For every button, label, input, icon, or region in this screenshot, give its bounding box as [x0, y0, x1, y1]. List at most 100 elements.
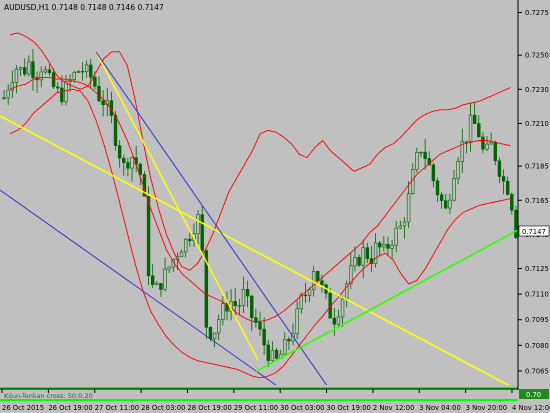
candle-body: [89, 64, 93, 78]
y-tick-label: 0.7275: [525, 9, 549, 17]
candle-body: [163, 268, 167, 290]
candle-body: [390, 244, 394, 249]
candle-body: [150, 275, 155, 285]
candle-body: [274, 350, 279, 359]
candle-body: [2, 97, 6, 99]
candle-body: [183, 238, 188, 253]
indicator-value: 0.70: [526, 391, 541, 399]
candle-body: [221, 303, 225, 320]
candle-body: [332, 317, 337, 325]
candle-body: [444, 200, 448, 209]
candle-body: [464, 141, 469, 143]
x-tick-label: 29 Oct 11:00: [234, 404, 278, 412]
x-tick-label: 30 Oct 03:00: [280, 404, 324, 412]
current-price-value: 0.7147: [522, 228, 546, 236]
x-tick-label: 3 Nov 20:00: [466, 404, 508, 412]
candle-body: [468, 114, 473, 142]
candle-body: [146, 195, 151, 277]
candle-body: [311, 270, 316, 291]
candle-body: [117, 145, 122, 159]
x-tick-label: 28 Oct 19:00: [187, 404, 231, 412]
candle-body: [208, 327, 213, 340]
candle-body: [23, 67, 27, 75]
candle-body: [402, 221, 407, 227]
candle-body: [452, 178, 456, 201]
candle-body: [47, 69, 52, 74]
candle-body: [72, 72, 76, 80]
candle-body: [295, 308, 299, 334]
candle-body: [196, 214, 200, 235]
candle-body: [386, 244, 390, 249]
candle-body: [497, 160, 502, 177]
y-tick-label: 0.7080: [525, 342, 549, 350]
x-tick-label: 26 Oct 19:00: [48, 404, 92, 412]
y-tick-label: 0.7110: [525, 291, 549, 299]
candle-body: [159, 283, 163, 290]
candle-body: [80, 71, 85, 73]
candle-body: [245, 288, 250, 297]
symbol-info: AUDUSD,H1 0.7148 0.7148 0.7146 0.7147: [4, 3, 164, 12]
candle-body: [258, 322, 262, 330]
y-tick-label: 0.7185: [525, 163, 549, 171]
candle-body: [64, 81, 68, 103]
candle-body: [93, 76, 97, 87]
candle-body: [361, 247, 365, 266]
candle-body: [155, 283, 159, 285]
candle-body: [378, 242, 382, 248]
candle-body: [365, 247, 370, 259]
x-tick-label: 26 Oct 2015: [2, 404, 44, 412]
price-chart[interactable]: 0.70 0.7275 0.7250 0.7230 0.7210 0.7185 0.716…: [0, 0, 550, 413]
candle-body: [18, 67, 23, 70]
candle-body: [233, 301, 237, 306]
candle-body: [320, 280, 324, 286]
candle-body: [39, 71, 43, 81]
x-tick-label: 2 Nov 12:00: [373, 404, 415, 412]
candle-body: [262, 328, 266, 346]
candle-body: [373, 242, 378, 265]
candle-body: [217, 319, 221, 334]
y-tick-label: 0.7210: [525, 120, 549, 128]
candle-body: [510, 194, 514, 211]
candle-body: [481, 136, 485, 150]
y-tick-label: 0.7230: [525, 86, 549, 94]
x-tick-label: 28 Oct 03:00: [141, 404, 185, 412]
candle-body: [406, 193, 411, 223]
candle-body: [448, 199, 452, 209]
candle-body: [505, 180, 510, 195]
candle-body: [398, 225, 403, 229]
candle-body: [101, 100, 105, 106]
candle-body: [270, 350, 275, 361]
y-tick-label: 0.7065: [525, 367, 549, 375]
candle-body: [84, 64, 89, 73]
candle-body: [287, 339, 291, 342]
candle-body: [489, 141, 493, 145]
candle-body: [353, 256, 357, 267]
candle-body: [439, 194, 444, 201]
candle-body: [167, 266, 171, 270]
indicator-label: Kijun-Tenkan cross: 50:0.20: [4, 392, 93, 400]
y-tick-label: 0.7250: [525, 52, 549, 60]
candle-body: [188, 238, 192, 242]
candle-body: [266, 344, 270, 361]
candle-body: [283, 339, 287, 355]
candle-body: [14, 68, 19, 83]
candle-body: [336, 316, 341, 325]
candle-body: [56, 86, 60, 89]
candle-body: [31, 61, 35, 78]
candle-body: [241, 288, 246, 306]
candle-body: [340, 298, 345, 318]
candle-body: [27, 61, 31, 75]
candle-body: [303, 294, 308, 297]
candle-body: [357, 256, 361, 266]
candle-body: [43, 69, 48, 73]
x-tick-label: 30 Oct 19:00: [327, 404, 371, 412]
candle-body: [126, 162, 130, 169]
candle-body: [382, 244, 386, 248]
candle-body: [6, 89, 10, 99]
y-tick-label: 0.7095: [525, 316, 549, 324]
candle-body: [179, 251, 184, 258]
candle-body: [250, 295, 254, 318]
candle-body: [493, 141, 497, 162]
candle-body: [97, 85, 101, 102]
candle-body: [130, 157, 134, 169]
